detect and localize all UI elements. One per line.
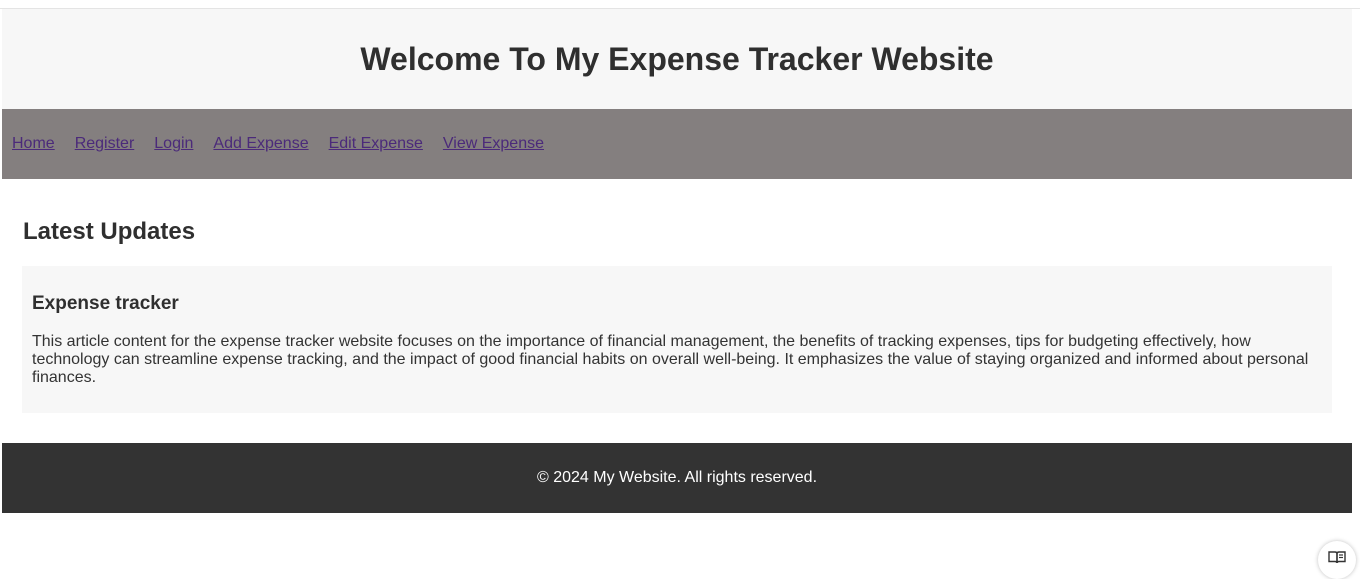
nav-link-register[interactable]: Register: [75, 135, 135, 153]
page: Welcome To My Expense Tracker Website Ho…: [2, 9, 1352, 513]
main-nav: Home Register Login Add Expense Edit Exp…: [2, 109, 1352, 179]
reader-mode-icon: [1328, 550, 1346, 569]
section-title: Latest Updates: [23, 218, 196, 245]
nav-link-view-expense[interactable]: View Expense: [443, 135, 544, 153]
main-content: Latest Updates Expense tracker This arti…: [2, 179, 1352, 443]
article-title: Expense tracker: [32, 293, 179, 314]
footer-copyright: © 2024 My Website. All rights reserved.: [536, 469, 818, 486]
nav-link-add-expense[interactable]: Add Expense: [213, 135, 308, 153]
reader-mode-button[interactable]: [1318, 541, 1356, 579]
nav-link-home[interactable]: Home: [12, 135, 55, 153]
nav-link-edit-expense[interactable]: Edit Expense: [329, 135, 423, 153]
nav-link-login[interactable]: Login: [154, 135, 193, 153]
site-header: Welcome To My Expense Tracker Website: [2, 9, 1352, 109]
top-border: [0, 0, 1360, 9]
page-title: Welcome To My Expense Tracker Website: [360, 40, 994, 77]
site-footer: © 2024 My Website. All rights reserved.: [2, 443, 1352, 513]
article-body: This article content for the expense tra…: [32, 333, 1309, 386]
update-card: Expense tracker This article content for…: [22, 266, 1332, 413]
